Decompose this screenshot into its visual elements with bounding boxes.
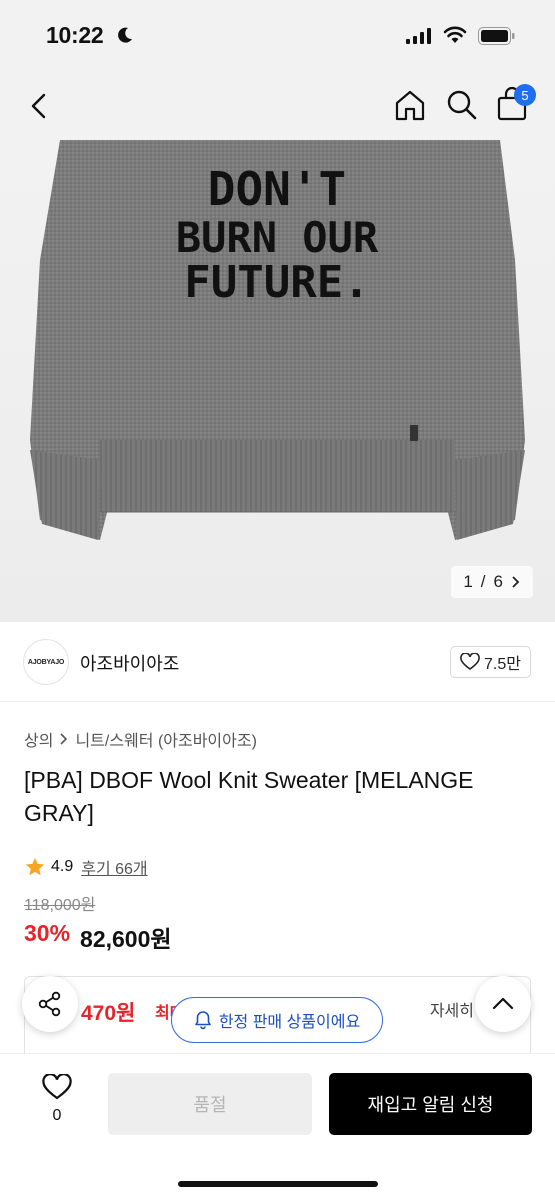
- discount-rate: 30%: [24, 920, 71, 946]
- breadcrumb-item[interactable]: 니트/스웨터 (아조바이아조): [75, 727, 256, 751]
- soldout-button: 품절: [108, 1073, 312, 1135]
- wish-count: 0: [52, 1107, 62, 1124]
- search-button[interactable]: [446, 88, 478, 127]
- product-title: [PBA] DBOF Wool Knit Sweater [MELANGE GR…: [24, 767, 474, 826]
- back-button[interactable]: [26, 90, 54, 127]
- share-icon: [38, 991, 61, 1017]
- status-time: 10:22: [46, 22, 104, 48]
- rating-score: 4.9: [51, 858, 74, 875]
- home-button[interactable]: [393, 88, 427, 127]
- counter-total: 6: [493, 572, 503, 591]
- benefit-detail-link[interactable]: 자세히: [430, 997, 474, 1021]
- rating: 4.9 후기 66개: [24, 855, 148, 879]
- store-like-button[interactable]: 7.5만: [450, 646, 531, 678]
- cart-count-badge: 5: [514, 84, 536, 106]
- svg-text:BURN OUR: BURN OUR: [176, 213, 379, 262]
- store-like-count: 7.5만: [484, 656, 521, 673]
- moon-icon: [116, 26, 134, 49]
- breadcrumb: 상의 니트/스웨터 (아조바이아조): [24, 727, 257, 751]
- limited-sale-toast: 한정 판매 상품이에요: [171, 997, 383, 1043]
- svg-text:DON'T: DON'T: [208, 162, 346, 216]
- share-button[interactable]: [22, 976, 78, 1032]
- review-link[interactable]: 후기 66개: [81, 855, 147, 879]
- chevron-up-icon: [492, 997, 514, 1010]
- heart-icon: [460, 653, 480, 670]
- sale-price-row: 30% 82,600원: [24, 920, 172, 954]
- wish-button[interactable]: 0: [36, 1074, 78, 1125]
- product-image-carousel[interactable]: DON'T BURN OUR FUTURE. 1 / 6: [0, 140, 555, 622]
- sweater-image: DON'T BURN OUR FUTURE.: [30, 140, 525, 540]
- restock-alert-button[interactable]: 재입고 알림 신청: [329, 1073, 532, 1135]
- cart-button[interactable]: 5: [496, 84, 536, 127]
- benefit-amount: 470원: [81, 1002, 136, 1025]
- breadcrumb-item[interactable]: 상의: [24, 727, 53, 751]
- wifi-icon: [443, 26, 467, 49]
- scroll-top-button[interactable]: [475, 976, 531, 1032]
- chevron-right-icon: [512, 576, 520, 588]
- battery-icon: [478, 27, 516, 50]
- limited-sale-text: 한정 판매 상품이에요: [218, 1014, 361, 1031]
- svg-text:FUTURE.: FUTURE.: [184, 257, 369, 308]
- original-price: 118,000원: [24, 897, 96, 914]
- status-bar: 10:22: [0, 0, 555, 74]
- store-row[interactable]: AJOBYAJO 아조바이아조 7.5만: [0, 622, 555, 702]
- bottom-action-bar: 0 품절 재입고 알림 신청: [0, 1053, 555, 1200]
- star-icon: [25, 857, 45, 876]
- bell-icon: [195, 1011, 211, 1030]
- counter-separator: /: [480, 572, 486, 591]
- store-name[interactable]: 아조바이아조: [80, 650, 179, 676]
- store-logo[interactable]: AJOBYAJO: [23, 639, 69, 685]
- cellular-signal-icon: [406, 28, 432, 49]
- counter-current: 1: [463, 572, 473, 591]
- top-nav: 5: [0, 74, 555, 140]
- image-counter[interactable]: 1 / 6: [451, 566, 533, 598]
- heart-icon: [42, 1074, 72, 1100]
- chevron-right-icon: [60, 733, 68, 745]
- sale-price: 82,600원: [80, 926, 172, 952]
- home-indicator: [178, 1181, 378, 1187]
